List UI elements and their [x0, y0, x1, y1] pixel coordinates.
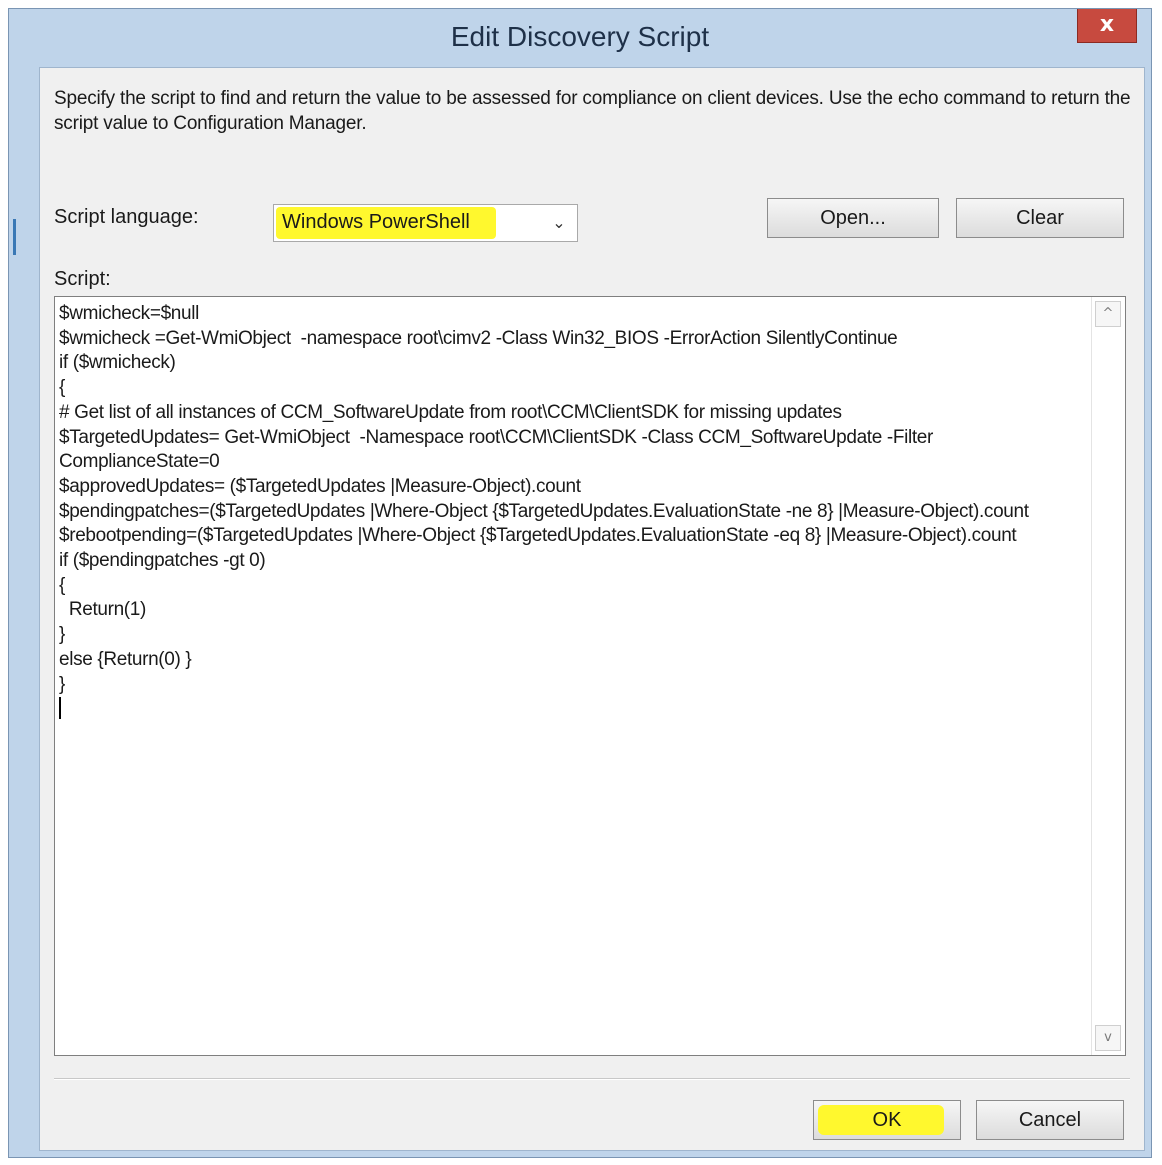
description-text: Specify the script to find and return th…: [54, 88, 1131, 134]
edit-discovery-script-dialog: Edit Discovery Script x Specify the scri…: [8, 8, 1152, 1158]
vertical-scrollbar[interactable]: ^ v: [1091, 297, 1125, 1055]
script-language-label: Script language:: [54, 206, 199, 228]
script-line[interactable]: [59, 697, 1083, 723]
window-edge-accent: [13, 219, 16, 255]
script-line[interactable]: }: [59, 623, 1083, 648]
ok-button[interactable]: OK: [813, 1100, 961, 1140]
open-button[interactable]: Open...: [767, 198, 939, 238]
chevron-down-icon[interactable]: ⌄: [547, 211, 571, 235]
script-editor[interactable]: $wmicheck=$null $wmicheck =Get-WmiObject …: [54, 296, 1126, 1056]
script-label: Script:: [54, 268, 111, 290]
script-line[interactable]: $TargetedUpdates= Get-WmiObject -Namespa…: [59, 426, 1083, 475]
script-line[interactable]: $pendingpatches=($TargetedUpdates |Where…: [59, 500, 1083, 525]
script-line[interactable]: if ($pendingpatches -gt 0): [59, 549, 1083, 574]
script-language-dropdown[interactable]: Windows PowerShell ⌄: [273, 204, 578, 242]
script-line[interactable]: else {Return(0) }: [59, 648, 1083, 673]
divider: [54, 1078, 1130, 1080]
script-line[interactable]: $approvedUpdates= ($TargetedUpdates |Mea…: [59, 475, 1083, 500]
text-cursor: [59, 697, 61, 720]
dialog-body: Specify the script to find and return th…: [39, 67, 1145, 1151]
script-line[interactable]: $rebootpending=($TargetedUpdates |Where-…: [59, 524, 1083, 549]
script-code[interactable]: $wmicheck=$null $wmicheck =Get-WmiObject …: [59, 302, 1083, 723]
ok-button-label: OK: [872, 1109, 902, 1131]
clear-button[interactable]: Clear: [956, 198, 1124, 238]
script-line[interactable]: $wmicheck=$null: [59, 302, 1083, 327]
scroll-up-icon[interactable]: ^: [1095, 301, 1121, 327]
script-line[interactable]: if ($wmicheck): [59, 351, 1083, 376]
dialog-title: Edit Discovery Script: [450, 21, 710, 52]
close-button[interactable]: x: [1077, 9, 1137, 43]
script-line[interactable]: $wmicheck =Get-WmiObject -namespace root…: [59, 327, 1083, 352]
script-line[interactable]: # Get list of all instances of CCM_Softw…: [59, 401, 1083, 426]
script-line[interactable]: {: [59, 376, 1083, 401]
script-language-value: Windows PowerShell: [282, 211, 470, 233]
cancel-button[interactable]: Cancel: [976, 1100, 1124, 1140]
title-bar[interactable]: Edit Discovery Script x: [9, 9, 1151, 67]
scroll-down-icon[interactable]: v: [1095, 1025, 1121, 1051]
script-line[interactable]: Return(1): [59, 598, 1083, 623]
script-line[interactable]: {: [59, 574, 1083, 599]
close-icon: x: [1099, 12, 1115, 37]
script-line[interactable]: }: [59, 673, 1083, 698]
